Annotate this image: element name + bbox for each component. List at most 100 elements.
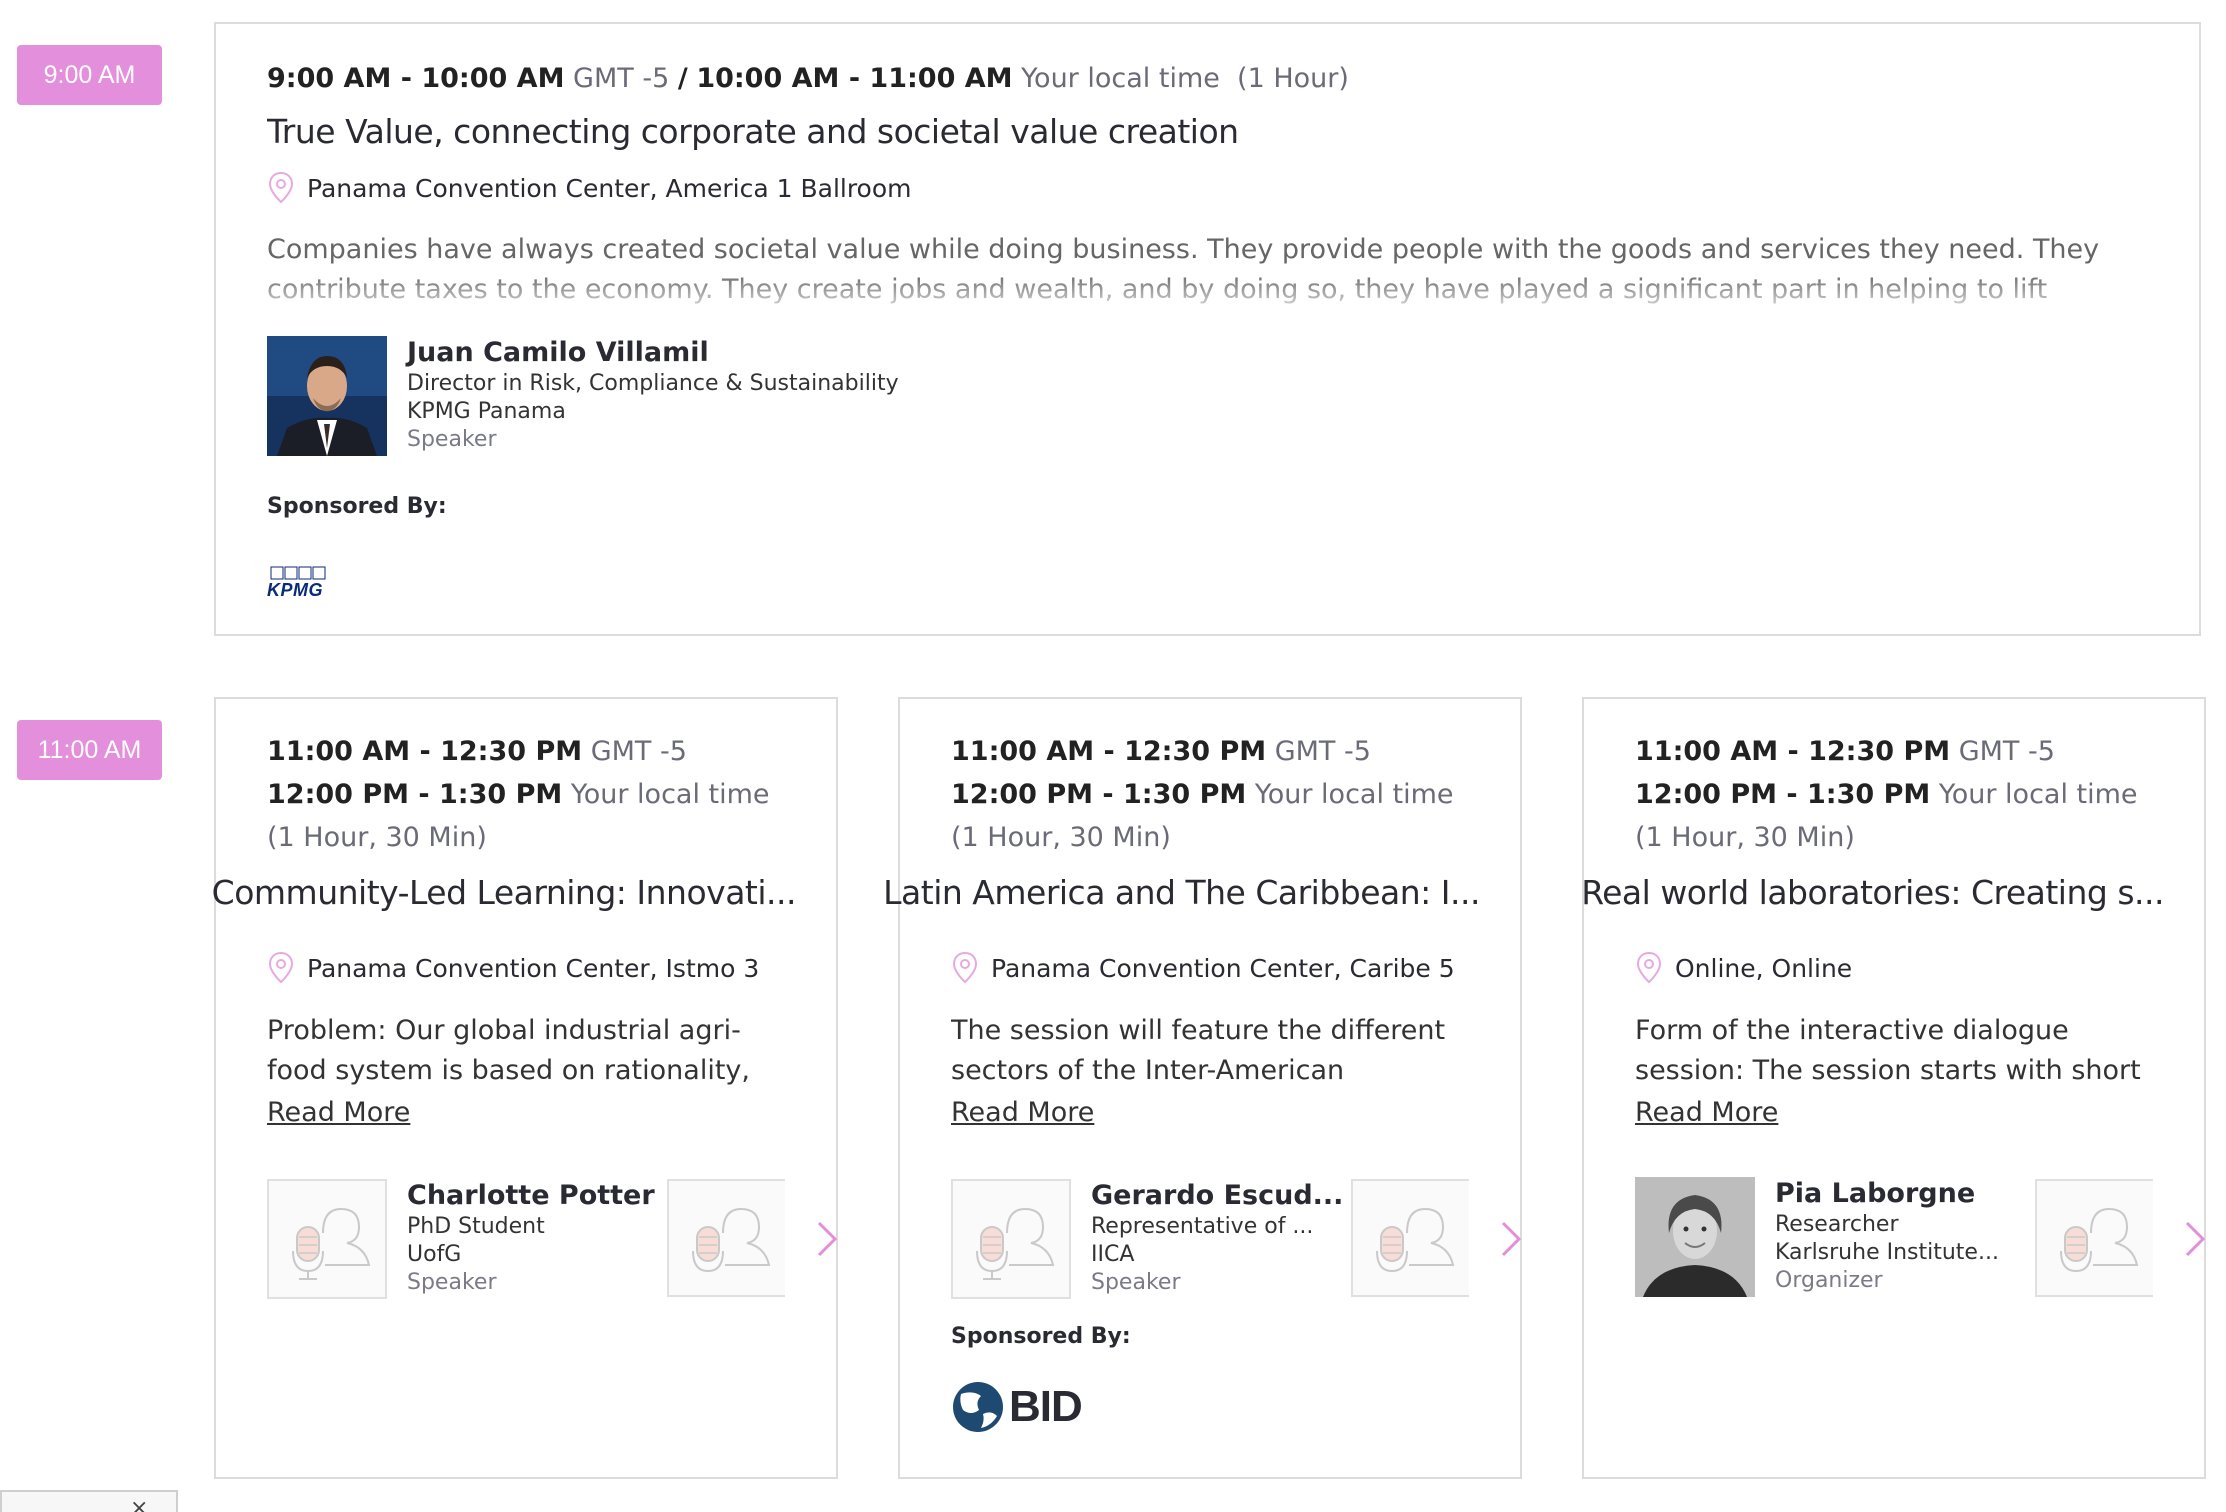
session-title[interactable]: True Value, connecting corporate and soc… — [267, 112, 1239, 151]
microphone-avatar-icon — [292, 1207, 371, 1280]
speaker-org: UofG — [407, 1242, 462, 1267]
location-text: Online, Online — [1675, 953, 1853, 983]
tz-local: Your local time — [1938, 779, 2138, 810]
location-pin-icon — [1636, 951, 1662, 984]
session-duration: (1 Hour, 30 Min) — [1635, 822, 1855, 853]
session-card[interactable]: 11:00 AM - 12:30 PM GMT -5 12:00 PM - 1:… — [883, 697, 1523, 1479]
session-card[interactable]: 11:00 AM - 12:30 PM GMT -5 12:00 PM - 1:… — [1581, 697, 2207, 1479]
time-primary: 11:00 AM - 12:30 PM — [1635, 736, 1951, 767]
session-card[interactable]: 11:00 AM - 12:30 PM GMT -5 12:00 PM - 1:… — [212, 697, 839, 1479]
tz-primary: GMT -5 — [573, 63, 670, 94]
location-text: Panama Convention Center, Caribe 5 — [991, 953, 1455, 983]
sponsor-logo-text: BID — [1009, 1382, 1083, 1431]
chevron-right-icon[interactable] — [1499, 1219, 1523, 1259]
speaker-title: PhD Student — [407, 1214, 545, 1239]
location-pin-icon — [952, 951, 978, 984]
speaker-role: Speaker — [1091, 1270, 1181, 1295]
speaker-org: IICA — [1091, 1242, 1135, 1267]
speaker-photo-placeholder — [951, 1179, 1071, 1299]
session-time-primary: 11:00 AM - 12:30 PM GMT -5 — [951, 731, 1371, 773]
read-more-link[interactable]: Read More — [1635, 1097, 1778, 1128]
speaker-title: Researcher — [1775, 1212, 1899, 1237]
time-local: 10:00 AM - 11:00 AM — [696, 63, 1013, 94]
close-icon[interactable]: × — [130, 1496, 148, 1512]
speaker-card[interactable]: Gerardo Escud... Representative of ... I… — [951, 1179, 1343, 1299]
speaker-photo-placeholder — [267, 1179, 387, 1299]
tz-primary: GMT -5 — [1958, 736, 2055, 767]
sponsor-logo-bid[interactable]: BID — [951, 1379, 1091, 1435]
location-text: Panama Convention Center, America 1 Ball… — [307, 173, 912, 203]
session-time-primary: 11:00 AM - 12:30 PM GMT -5 — [267, 731, 687, 773]
session-title[interactable]: Real world laboratories: Creating s... — [1581, 873, 2164, 912]
speaker-info: Charlotte Potter PhD Student UofG Speake… — [407, 1179, 655, 1297]
sponsored-label: Sponsored By: — [267, 494, 447, 519]
tz-primary: GMT -5 — [1274, 736, 1371, 767]
session-duration: (1 Hour) — [1237, 63, 1349, 94]
sponsor-logo-kpmg[interactable]: KPMG — [267, 564, 337, 600]
next-speaker-peek[interactable] — [2035, 1179, 2153, 1297]
next-speaker-peek[interactable] — [667, 1179, 785, 1297]
speaker-name[interactable]: Juan Camilo Villamil — [407, 336, 899, 370]
speaker-photo — [1635, 1177, 1755, 1297]
speaker-card[interactable]: Juan Camilo Villamil Director in Risk, C… — [267, 336, 899, 456]
session-time: 9:00 AM - 10:00 AM GMT -5 / 10:00 AM - 1… — [267, 58, 1349, 100]
speaker-name[interactable]: Charlotte Potter — [407, 1179, 655, 1213]
tz-local: Your local time — [570, 779, 770, 810]
microphone-avatar-icon — [976, 1207, 1055, 1280]
chevron-right-icon[interactable] — [2183, 1219, 2207, 1259]
speaker-role: Speaker — [407, 427, 497, 452]
session-duration: (1 Hour, 30 Min) — [267, 822, 487, 853]
location-pin-icon — [268, 951, 294, 984]
session-location: Panama Convention Center, Istmo 3 — [267, 951, 759, 985]
floating-widget[interactable]: × — [0, 1490, 178, 1512]
time-local: 12:00 PM - 1:30 PM — [1635, 779, 1931, 810]
time-primary: 11:00 AM - 12:30 PM — [951, 736, 1267, 767]
speaker-role: Organizer — [1775, 1268, 1883, 1293]
tz-local: Your local time — [1254, 779, 1454, 810]
session-time-local: 12:00 PM - 1:30 PM Your local time — [267, 774, 770, 816]
speaker-name[interactable]: Pia Laborgne — [1775, 1177, 1999, 1211]
session-description: Problem: Our global industrial agri-food… — [267, 1015, 750, 1086]
time-slot-pill: 9:00 AM — [17, 45, 162, 105]
session-time-primary: 11:00 AM - 12:30 PM GMT -5 — [1635, 731, 2055, 773]
time-primary: 9:00 AM - 10:00 AM — [267, 63, 565, 94]
microphone-avatar-icon — [2060, 1207, 2139, 1273]
time-slot-pill: 11:00 AM — [17, 720, 162, 780]
speaker-title: Representative of ... — [1091, 1214, 1314, 1239]
session-title[interactable]: Latin America and The Caribbean: I... — [883, 873, 1480, 912]
speaker-card[interactable]: Pia Laborgne Researcher Karlsruhe Instit… — [1635, 1177, 1999, 1297]
speaker-card[interactable]: Charlotte Potter PhD Student UofG Speake… — [267, 1179, 655, 1299]
sponsored-label: Sponsored By: — [951, 1324, 1131, 1349]
session-location: Panama Convention Center, America 1 Ball… — [267, 171, 912, 205]
location-text: Panama Convention Center, Istmo 3 — [307, 953, 760, 983]
speaker-info: Gerardo Escud... Representative of ... I… — [1091, 1179, 1343, 1297]
session-location: Panama Convention Center, Caribe 5 — [951, 951, 1455, 985]
speaker-info: Juan Camilo Villamil Director in Risk, C… — [407, 336, 899, 454]
tz-primary: GMT -5 — [590, 736, 687, 767]
session-time-local: 12:00 PM - 1:30 PM Your local time — [951, 774, 1454, 816]
tz-local: Your local time — [1021, 63, 1220, 94]
session-location: Online, Online — [1635, 951, 1852, 985]
speaker-org: Karlsruhe Institute... — [1775, 1240, 1999, 1265]
location-pin-icon — [268, 171, 294, 204]
bid-globe-icon — [953, 1382, 1003, 1432]
time-primary: 11:00 AM - 12:30 PM — [267, 736, 583, 767]
speaker-photo — [267, 336, 387, 456]
time-local: 12:00 PM - 1:30 PM — [267, 779, 563, 810]
microphone-avatar-icon — [1376, 1207, 1455, 1273]
chevron-right-icon[interactable] — [815, 1219, 839, 1259]
speaker-org: KPMG Panama — [407, 399, 566, 424]
time-local: 12:00 PM - 1:30 PM — [951, 779, 1247, 810]
session-title[interactable]: Community-Led Learning: Innovati... — [212, 873, 796, 912]
session-description: Companies have always created societal v… — [267, 234, 2100, 305]
session-time-local: 12:00 PM - 1:30 PM Your local time — [1635, 774, 2138, 816]
next-speaker-peek[interactable] — [1351, 1179, 1469, 1297]
session-card[interactable]: 9:00 AM - 10:00 AM GMT -5 / 10:00 AM - 1… — [214, 22, 2201, 636]
read-more-link[interactable]: Read More — [951, 1097, 1094, 1128]
read-more-link[interactable]: Read More — [267, 1097, 410, 1128]
speaker-name[interactable]: Gerardo Escud... — [1091, 1179, 1343, 1213]
speaker-info: Pia Laborgne Researcher Karlsruhe Instit… — [1775, 1177, 1999, 1295]
session-description: Form of the interactive dialogue session… — [1635, 1015, 2141, 1086]
speaker-role: Speaker — [407, 1270, 497, 1295]
session-description: The session will feature the different s… — [951, 1015, 1446, 1086]
